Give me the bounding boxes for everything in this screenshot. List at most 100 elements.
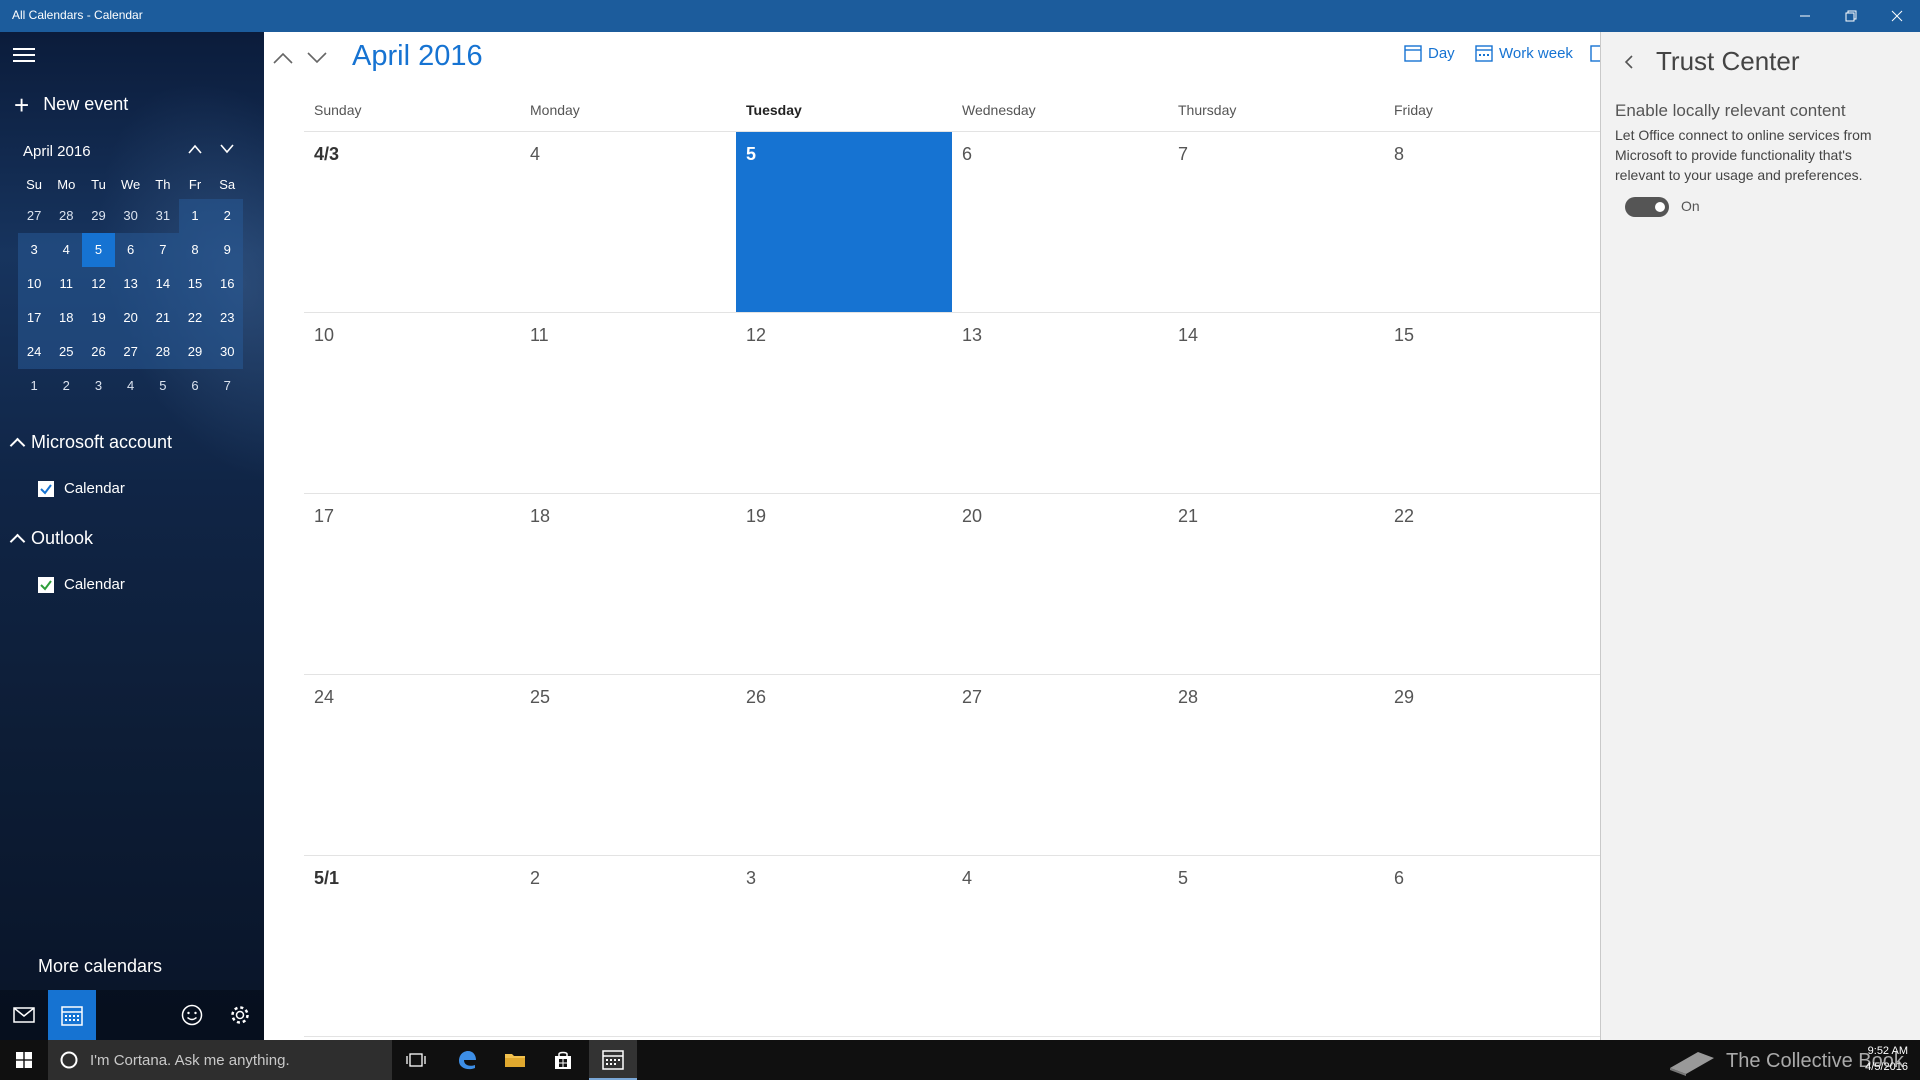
day-cell[interactable]: 22 (1384, 494, 1600, 674)
settings-button[interactable] (216, 990, 264, 1040)
mini-day[interactable]: 2 (211, 199, 244, 233)
mini-day[interactable]: 29 (178, 335, 212, 369)
mini-day[interactable]: 7 (211, 369, 243, 403)
mini-day[interactable]: 3 (18, 233, 51, 267)
mini-next-month-button[interactable] (219, 139, 235, 160)
day-cell[interactable]: 11 (520, 313, 736, 493)
day-cell[interactable]: 4 (952, 856, 1168, 1036)
cortana-search-box[interactable]: I'm Cortana. Ask me anything. (48, 1040, 392, 1080)
day-cell[interactable]: 12 (736, 313, 952, 493)
mini-day[interactable]: 11 (50, 267, 83, 301)
checkbox-checked-icon[interactable] (38, 576, 54, 593)
day-cell[interactable]: 21 (1168, 494, 1384, 674)
day-cell[interactable]: 27 (952, 675, 1168, 855)
day-cell[interactable]: 2 (520, 856, 736, 1036)
mini-day[interactable]: 7 (146, 233, 179, 267)
mini-day[interactable]: 21 (146, 301, 179, 335)
day-cell[interactable]: 15 (1384, 313, 1600, 493)
locally-relevant-content-toggle[interactable] (1625, 197, 1669, 217)
mini-day[interactable]: 27 (114, 335, 147, 369)
mini-day[interactable]: 10 (18, 267, 51, 301)
mini-day[interactable]: 1 (18, 369, 50, 403)
day-cell[interactable]: 17 (304, 494, 520, 674)
mini-month-title[interactable]: April 2016 (23, 143, 91, 160)
day-cell[interactable]: 6 (1384, 856, 1600, 1036)
checkbox-checked-icon[interactable] (38, 480, 54, 497)
mini-day[interactable]: 24 (18, 335, 51, 369)
mail-app-button[interactable] (0, 990, 48, 1040)
system-tray-clock[interactable]: 9:52 AM 4/5/2016 (1865, 1043, 1908, 1075)
mini-day[interactable]: 20 (114, 301, 147, 335)
day-cell[interactable]: 5/1 (304, 856, 520, 1036)
day-cell[interactable]: 13 (952, 313, 1168, 493)
mini-day[interactable]: 4 (115, 369, 147, 403)
day-cell[interactable]: 19 (736, 494, 952, 674)
day-cell-today[interactable]: 5 (736, 132, 952, 312)
day-cell[interactable]: 7 (1168, 132, 1384, 312)
mini-day[interactable]: 30 (211, 335, 244, 369)
mini-day-today[interactable]: 5 (82, 233, 115, 267)
more-calendars-link[interactable]: More calendars (38, 956, 162, 977)
edge-browser-button[interactable] (443, 1040, 491, 1080)
mini-day[interactable]: 5 (147, 369, 179, 403)
feedback-button[interactable] (168, 990, 216, 1040)
start-button[interactable] (0, 1040, 48, 1080)
day-cell[interactable]: 26 (736, 675, 952, 855)
calendar-app-button[interactable] (48, 990, 96, 1040)
mini-day[interactable]: 14 (146, 267, 179, 301)
file-explorer-button[interactable] (491, 1040, 539, 1080)
day-cell[interactable]: 4 (520, 132, 736, 312)
day-cell[interactable]: 24 (304, 675, 520, 855)
mini-day[interactable]: 19 (82, 301, 115, 335)
mini-day[interactable]: 22 (178, 301, 212, 335)
account-outlook-toggle[interactable]: Outlook (9, 528, 93, 550)
hamburger-menu-icon[interactable] (13, 48, 35, 64)
day-cell[interactable]: 18 (520, 494, 736, 674)
minimize-button[interactable] (1782, 0, 1828, 32)
mini-day[interactable]: 29 (82, 199, 114, 233)
mini-day[interactable]: 25 (50, 335, 83, 369)
close-button[interactable] (1874, 0, 1920, 32)
account-microsoft-toggle[interactable]: Microsoft account (9, 432, 172, 454)
restore-button[interactable] (1828, 0, 1874, 32)
next-month-button[interactable] (306, 44, 328, 72)
mini-day[interactable]: 28 (50, 199, 82, 233)
day-cell[interactable]: 29 (1384, 675, 1600, 855)
mini-prev-month-button[interactable] (187, 139, 203, 160)
day-cell[interactable]: 20 (952, 494, 1168, 674)
previous-month-button[interactable] (272, 44, 294, 72)
day-cell[interactable]: 14 (1168, 313, 1384, 493)
mini-day[interactable]: 1 (178, 199, 212, 233)
store-button[interactable] (539, 1040, 587, 1080)
mini-day[interactable]: 9 (211, 233, 244, 267)
mini-day[interactable]: 30 (115, 199, 147, 233)
calendar-item-microsoft[interactable]: Calendar (38, 480, 125, 497)
task-view-button[interactable] (392, 1040, 440, 1080)
mini-day[interactable]: 12 (82, 267, 115, 301)
week-view-button[interactable] (1590, 44, 1600, 62)
day-cell[interactable]: 8 (1384, 132, 1600, 312)
mini-day[interactable]: 18 (50, 301, 83, 335)
mini-day[interactable]: 15 (178, 267, 212, 301)
mini-day[interactable]: 26 (82, 335, 115, 369)
mini-day[interactable]: 16 (211, 267, 244, 301)
mini-day[interactable]: 17 (18, 301, 51, 335)
mini-day[interactable]: 8 (178, 233, 212, 267)
mini-day[interactable]: 3 (82, 369, 114, 403)
mini-day[interactable]: 4 (50, 233, 83, 267)
day-cell[interactable]: 10 (304, 313, 520, 493)
mini-day[interactable]: 2 (50, 369, 82, 403)
day-cell[interactable]: 25 (520, 675, 736, 855)
mini-day[interactable]: 27 (18, 199, 50, 233)
day-cell[interactable]: 4/3 (304, 132, 520, 312)
work-week-view-button[interactable]: Work week (1475, 44, 1573, 62)
mini-day[interactable]: 6 (179, 369, 211, 403)
mini-day[interactable]: 28 (146, 335, 179, 369)
calendar-item-outlook[interactable]: Calendar (38, 576, 125, 593)
day-cell[interactable]: 3 (736, 856, 952, 1036)
mini-day[interactable]: 6 (114, 233, 147, 267)
mini-day[interactable]: 31 (147, 199, 179, 233)
back-button[interactable] (1623, 50, 1635, 76)
mini-day[interactable]: 23 (211, 301, 244, 335)
day-view-button[interactable]: Day (1404, 44, 1455, 62)
